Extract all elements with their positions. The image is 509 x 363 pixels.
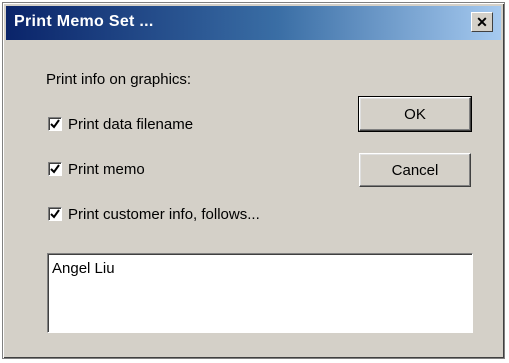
close-button[interactable]: ✕ bbox=[471, 12, 493, 32]
cancel-button[interactable]: Cancel bbox=[359, 153, 471, 187]
customer-info-textarea[interactable]: Angel Liu bbox=[47, 253, 473, 333]
print-memo-label: Print memo bbox=[68, 160, 145, 178]
checkmark-icon bbox=[50, 209, 60, 219]
ok-button[interactable]: OK bbox=[358, 96, 472, 132]
dialog-title: Print Memo Set ... bbox=[14, 13, 154, 30]
print-customer-info-option[interactable]: Print customer info, follows... bbox=[48, 204, 260, 224]
print-memo-set-dialog: Print Memo Set ... ✕ Print info on graph… bbox=[2, 2, 505, 359]
print-customer-info-checkbox[interactable] bbox=[48, 207, 62, 221]
title-bar[interactable]: Print Memo Set ... ✕ bbox=[6, 6, 501, 40]
close-icon: ✕ bbox=[476, 14, 488, 30]
print-memo-checkbox[interactable] bbox=[48, 162, 62, 176]
print-info-label: Print info on graphics: bbox=[46, 71, 192, 88]
print-memo-option[interactable]: Print memo bbox=[48, 159, 145, 179]
checkmark-icon bbox=[50, 119, 60, 129]
print-data-filename-checkbox[interactable] bbox=[48, 117, 62, 131]
checkmark-icon bbox=[50, 164, 60, 174]
print-data-filename-label: Print data filename bbox=[68, 115, 194, 133]
print-data-filename-option[interactable]: Print data filename bbox=[48, 114, 193, 134]
print-customer-info-label: Print customer info, follows... bbox=[68, 205, 260, 223]
